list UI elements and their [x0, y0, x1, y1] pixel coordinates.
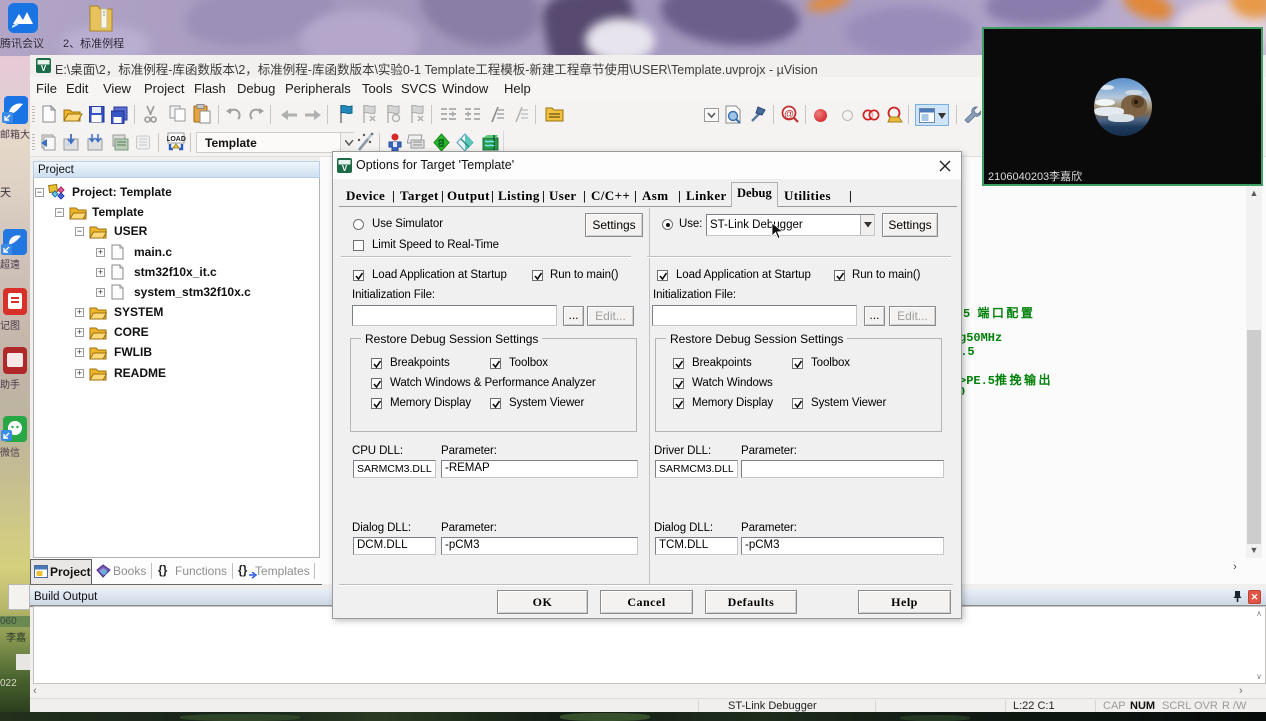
svg-text:LOAD: LOAD: [167, 136, 186, 143]
svg-text:V: V: [342, 164, 348, 173]
svg-text:V: V: [41, 64, 47, 73]
svg-text:@: @: [784, 109, 794, 120]
